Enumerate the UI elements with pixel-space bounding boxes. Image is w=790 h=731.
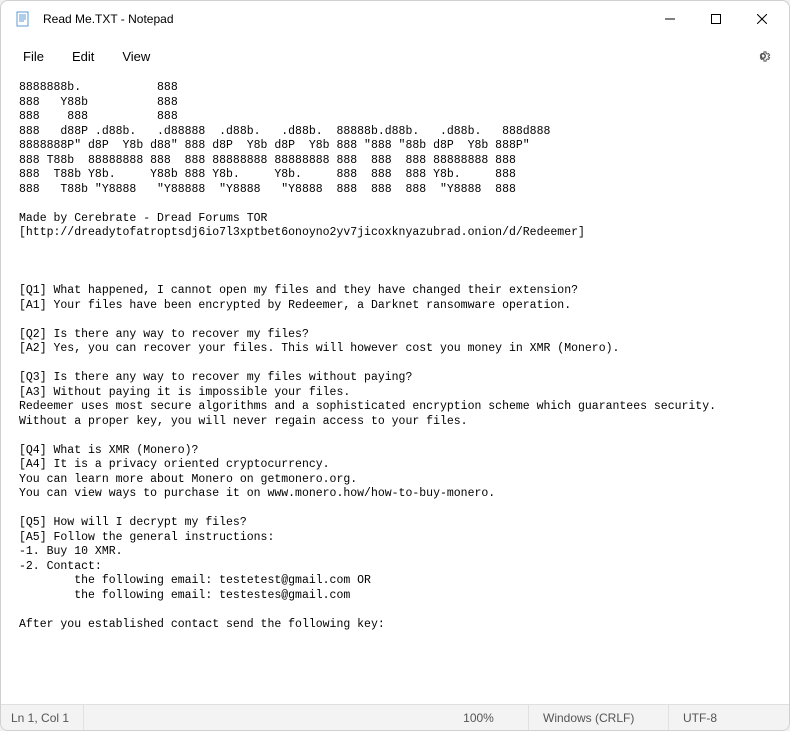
close-icon bbox=[757, 14, 767, 24]
text-content-area[interactable]: 8888888b. 888 888 Y88b 888 888 888 888 8… bbox=[1, 75, 789, 704]
window-title: Read Me.TXT - Notepad bbox=[43, 12, 647, 26]
status-line-ending[interactable]: Windows (CRLF) bbox=[529, 705, 669, 730]
notepad-icon bbox=[15, 11, 31, 27]
close-button[interactable] bbox=[739, 3, 785, 35]
status-zoom[interactable]: 100% bbox=[429, 705, 529, 730]
notepad-window: Read Me.TXT - Notepad File Edit View 888… bbox=[0, 0, 790, 731]
settings-button[interactable] bbox=[745, 38, 781, 74]
minimize-icon bbox=[665, 14, 675, 24]
gear-icon bbox=[755, 48, 771, 64]
status-encoding[interactable]: UTF-8 bbox=[669, 705, 789, 730]
titlebar[interactable]: Read Me.TXT - Notepad bbox=[1, 1, 789, 37]
menubar: File Edit View bbox=[1, 37, 789, 75]
menu-view[interactable]: View bbox=[108, 43, 164, 70]
statusbar: Ln 1, Col 1 100% Windows (CRLF) UTF-8 bbox=[1, 704, 789, 730]
status-position[interactable]: Ln 1, Col 1 bbox=[1, 705, 84, 730]
minimize-button[interactable] bbox=[647, 3, 693, 35]
menu-file[interactable]: File bbox=[9, 43, 58, 70]
window-controls bbox=[647, 3, 785, 35]
maximize-icon bbox=[711, 14, 721, 24]
menu-edit[interactable]: Edit bbox=[58, 43, 108, 70]
maximize-button[interactable] bbox=[693, 3, 739, 35]
